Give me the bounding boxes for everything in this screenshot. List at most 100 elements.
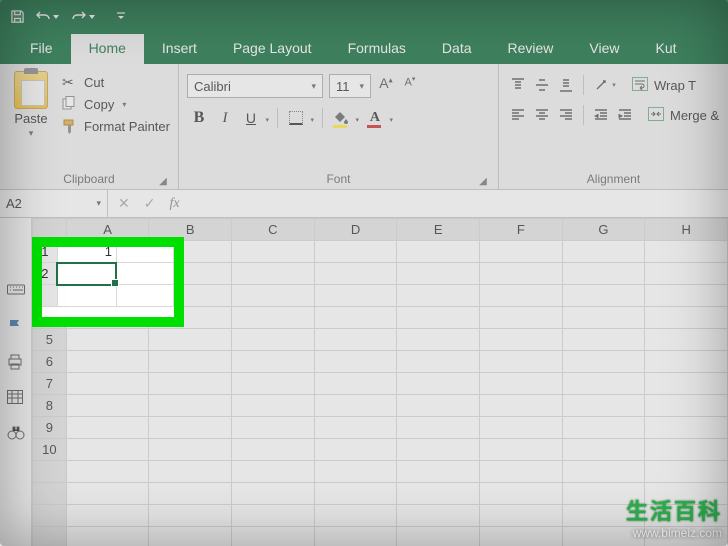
cell[interactable] [645, 483, 728, 505]
cell[interactable] [480, 439, 563, 461]
cell[interactable] [645, 417, 728, 439]
cell[interactable] [480, 285, 563, 307]
cell[interactable] [480, 483, 563, 505]
row-header-6[interactable]: 6 [33, 351, 67, 373]
row-header-10[interactable]: 10 [33, 439, 67, 461]
paste-dropdown[interactable]: ▾ [29, 128, 34, 139]
cell[interactable] [314, 527, 397, 546]
cell[interactable] [645, 351, 728, 373]
orientation-button[interactable]: ▾ [590, 74, 620, 96]
redo-button[interactable] [68, 5, 90, 27]
cell[interactable] [314, 439, 397, 461]
cell[interactable] [397, 417, 480, 439]
tool-table-icon[interactable] [7, 390, 25, 408]
cell[interactable] [645, 395, 728, 417]
cell[interactable] [232, 527, 315, 546]
cell[interactable] [397, 439, 480, 461]
tool-keyboard-icon[interactable] [7, 282, 25, 300]
row-header[interactable] [33, 505, 67, 527]
italic-button[interactable]: I [213, 106, 237, 130]
cell[interactable] [232, 285, 315, 307]
cell[interactable] [314, 395, 397, 417]
cell[interactable] [397, 373, 480, 395]
tab-insert[interactable]: Insert [144, 34, 215, 64]
cell[interactable] [149, 505, 232, 527]
font-color-button[interactable]: A ▾ [363, 106, 387, 130]
cell[interactable] [66, 439, 149, 461]
cell[interactable] [562, 439, 645, 461]
cell[interactable] [480, 351, 563, 373]
cell[interactable] [562, 395, 645, 417]
cell[interactable] [562, 417, 645, 439]
row-header[interactable] [33, 461, 67, 483]
cell[interactable] [66, 373, 149, 395]
align-left-button[interactable] [507, 104, 529, 126]
formula-input[interactable] [190, 190, 728, 217]
cell[interactable] [149, 351, 232, 373]
cell[interactable] [314, 483, 397, 505]
paste-button[interactable]: Paste ▾ [8, 68, 54, 170]
cell[interactable] [314, 329, 397, 351]
tab-review[interactable]: Review [490, 34, 572, 64]
borders-button[interactable]: ▾ [284, 106, 308, 130]
cell[interactable] [314, 461, 397, 483]
cell[interactable] [562, 461, 645, 483]
align-top-button[interactable] [507, 74, 529, 96]
cell[interactable] [66, 483, 149, 505]
cell[interactable] [397, 505, 480, 527]
clipboard-dialog-launcher[interactable]: ◢ [158, 176, 168, 186]
increase-indent-button[interactable] [614, 104, 636, 126]
cell[interactable] [314, 285, 397, 307]
row-header-8[interactable]: 8 [33, 395, 67, 417]
cell[interactable] [66, 417, 149, 439]
cell[interactable] [562, 351, 645, 373]
cell[interactable] [232, 263, 315, 285]
cell[interactable] [149, 483, 232, 505]
cell[interactable] [645, 285, 728, 307]
cell[interactable] [480, 417, 563, 439]
col-header-A[interactable]: A [66, 219, 149, 241]
cell[interactable] [314, 373, 397, 395]
cell[interactable] [645, 263, 728, 285]
cell[interactable] [232, 417, 315, 439]
underline-button[interactable]: U▾ [239, 106, 263, 130]
cell[interactable] [149, 527, 232, 546]
col-header-E[interactable]: E [397, 219, 480, 241]
cell[interactable] [314, 417, 397, 439]
increase-font-size-button[interactable]: A▴ [377, 75, 395, 97]
cell[interactable] [397, 285, 480, 307]
cell[interactable] [562, 505, 645, 527]
cut-button[interactable]: ✂ Cut [62, 74, 170, 90]
row-header-7[interactable]: 7 [33, 373, 67, 395]
cell[interactable] [232, 373, 315, 395]
cell[interactable] [149, 439, 232, 461]
cell[interactable] [232, 439, 315, 461]
cell[interactable] [645, 329, 728, 351]
cell[interactable] [562, 307, 645, 329]
cell[interactable] [645, 373, 728, 395]
save-button[interactable] [6, 5, 28, 27]
cell[interactable] [149, 461, 232, 483]
name-box[interactable]: A2 ▾ [0, 190, 108, 217]
wrap-text-button[interactable]: Wrap T [632, 77, 696, 93]
cell[interactable] [397, 395, 480, 417]
cell[interactable] [562, 285, 645, 307]
bold-button[interactable]: B [187, 106, 211, 130]
cell[interactable] [66, 395, 149, 417]
cell[interactable] [66, 505, 149, 527]
tab-view[interactable]: View [571, 34, 637, 64]
cell[interactable] [397, 329, 480, 351]
cell[interactable] [66, 527, 149, 546]
col-header-F[interactable]: F [480, 219, 563, 241]
cell[interactable] [645, 241, 728, 263]
cell[interactable] [562, 329, 645, 351]
col-header-G[interactable]: G [562, 219, 645, 241]
cell[interactable] [645, 527, 728, 546]
col-header-B[interactable]: B [149, 219, 232, 241]
tab-file[interactable]: File [12, 34, 71, 64]
cell[interactable] [232, 241, 315, 263]
customize-qat-button[interactable] [110, 5, 132, 27]
font-size-select[interactable]: 11▾ [329, 74, 371, 98]
cell[interactable] [232, 395, 315, 417]
align-middle-button[interactable] [531, 74, 553, 96]
